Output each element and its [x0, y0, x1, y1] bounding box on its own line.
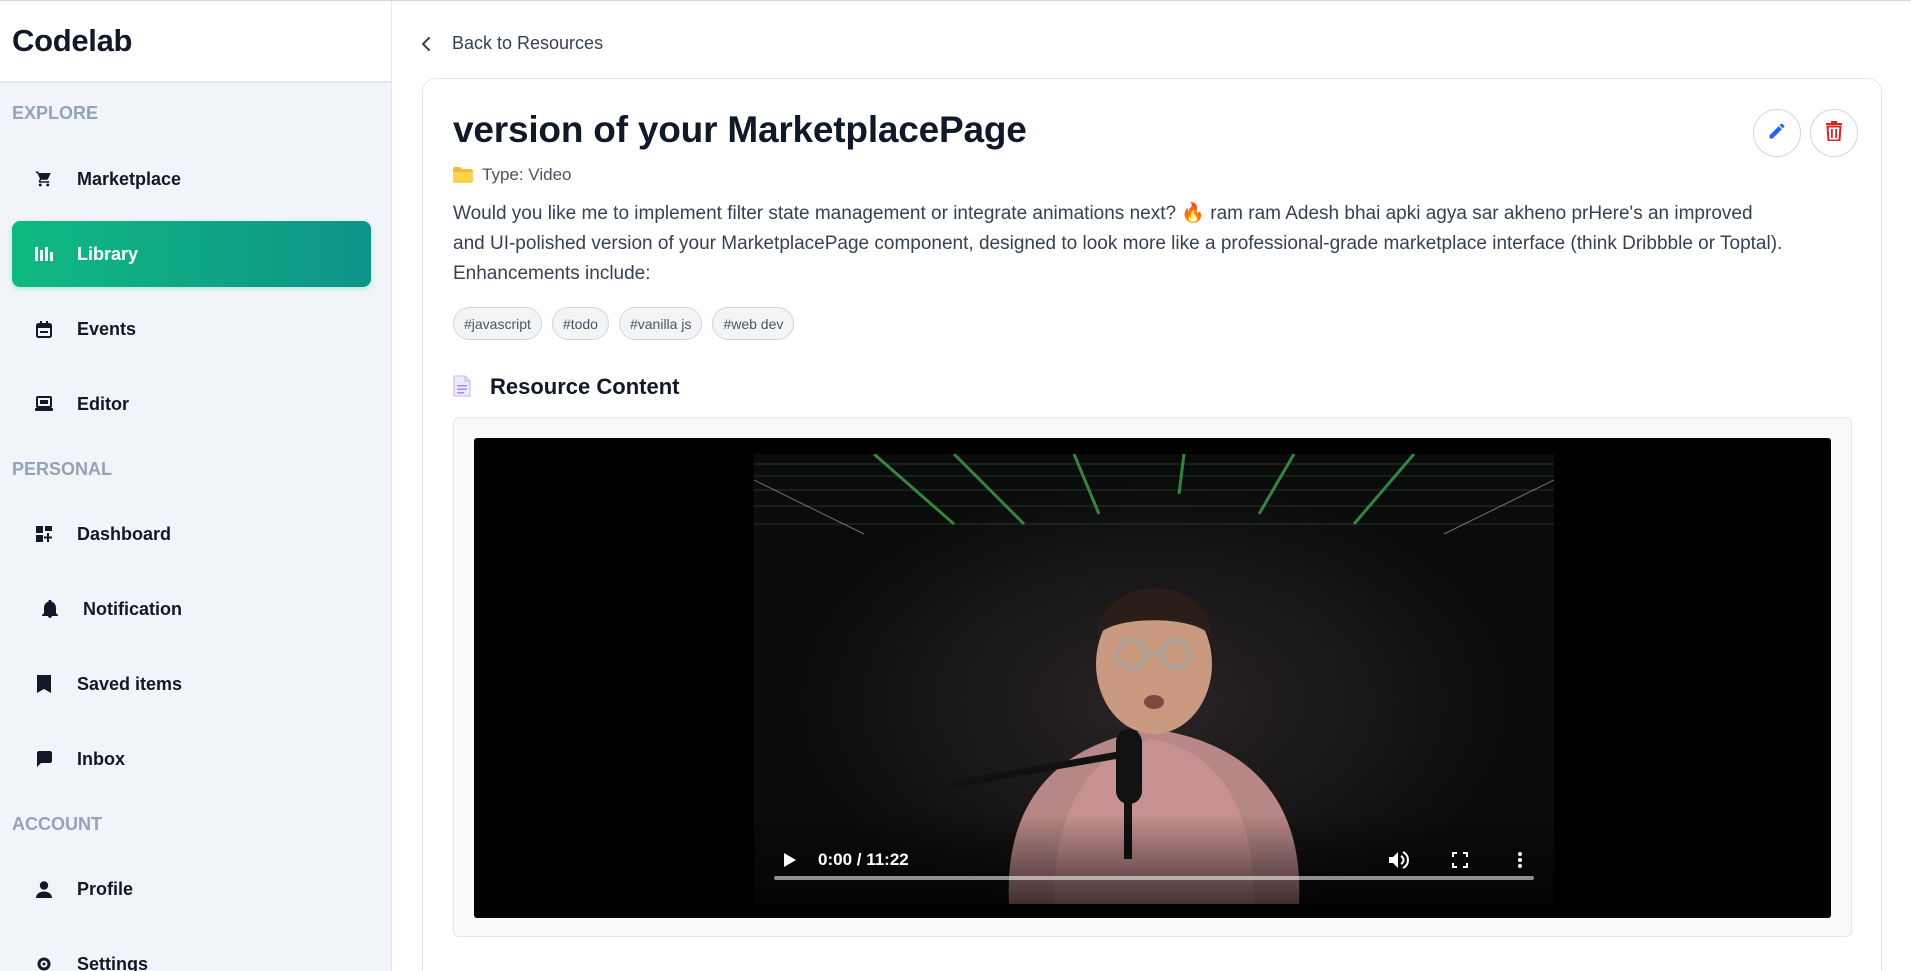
tag-list: #javascript #todo #vanilla js #web dev — [453, 307, 795, 340]
sidebar-item-label: Inbox — [77, 748, 125, 769]
resource-type: Type: Video — [453, 165, 571, 185]
main-content: Back to Resources version of your Market… — [392, 1, 1911, 971]
edit-button[interactable] — [1753, 109, 1801, 157]
tag-chip[interactable]: #javascript — [453, 307, 542, 340]
chat-icon — [32, 747, 56, 771]
section-label-account: ACCOUNT — [12, 814, 102, 834]
resource-type-label: Type: Video — [482, 165, 572, 184]
back-link-label: Back to Resources — [452, 33, 604, 53]
user-icon — [32, 877, 56, 901]
sidebar-item-profile[interactable]: Profile — [12, 856, 371, 922]
volume-icon — [1389, 851, 1410, 869]
section-label-personal: PERSONAL — [12, 459, 113, 479]
video-progress-bar[interactable] — [774, 876, 1534, 880]
resource-card: version of your MarketplacePage Type: Vi… — [422, 78, 1882, 971]
video-thumbnail — [754, 454, 1554, 904]
sidebar-item-inbox[interactable]: Inbox — [12, 726, 371, 792]
document-icon — [453, 375, 475, 399]
dashboard-icon — [32, 522, 56, 546]
sidebar-item-settings[interactable]: Settings — [12, 931, 371, 971]
bell-icon — [38, 597, 62, 621]
sidebar-item-label: Dashboard — [77, 523, 172, 544]
more-options-button[interactable] — [1506, 851, 1534, 869]
play-icon — [784, 853, 796, 867]
sidebar-item-notification[interactable]: Notification — [12, 576, 371, 642]
video-controls: 0:00 / 11:22 — [774, 840, 1534, 880]
back-to-resources-link[interactable]: Back to Resources — [420, 33, 603, 54]
sidebar-item-marketplace[interactable]: Marketplace — [12, 146, 371, 212]
sidebar-item-saved-items[interactable]: Saved items — [12, 651, 371, 717]
sidebar-item-label: Notification — [83, 598, 182, 619]
bookmark-icon — [32, 672, 56, 696]
tag-chip[interactable]: #web dev — [712, 307, 795, 340]
sidebar: Codelab EXPLORE Marketplace Library Even… — [0, 1, 392, 971]
brand-logo[interactable]: Codelab — [12, 23, 379, 59]
resource-description: Would you like me to implement filter st… — [453, 203, 1783, 284]
resource-title: version of your MarketplacePage — [453, 109, 1027, 150]
sidebar-item-label: Library — [77, 243, 139, 264]
tag-chip[interactable]: #todo — [551, 307, 609, 340]
sidebar-item-dashboard[interactable]: Dashboard — [12, 501, 371, 567]
sidebar-item-library[interactable]: Library — [12, 221, 371, 287]
sidebar-item-events[interactable]: Events — [12, 296, 371, 362]
sidebar-item-label: Editor — [77, 393, 129, 414]
video-time: 0:00 / 11:22 — [818, 850, 909, 869]
chevron-left-icon — [420, 34, 440, 54]
gear-icon — [32, 952, 56, 971]
brand-header: Codelab — [0, 1, 391, 83]
video-frame — [754, 454, 1554, 904]
section-title: Resource Content — [490, 374, 680, 399]
sidebar-item-editor[interactable]: Editor — [12, 371, 371, 437]
fullscreen-icon — [1452, 852, 1468, 868]
calendar-icon — [32, 317, 56, 341]
video-player[interactable]: 0:00 / 11:22 — [474, 438, 1831, 918]
sidebar-item-label: Events — [77, 318, 137, 339]
sidebar-item-label: Saved items — [77, 673, 183, 694]
tag-chip[interactable]: #vanilla js — [618, 307, 703, 340]
fullscreen-button[interactable] — [1446, 852, 1474, 868]
resource-content-box: 0:00 / 11:22 — [453, 417, 1852, 937]
volume-button[interactable] — [1386, 850, 1414, 870]
sidebar-item-label: Settings — [77, 953, 149, 971]
resource-content-heading: Resource Content — [453, 374, 679, 400]
section-label-explore: EXPLORE — [12, 103, 99, 123]
delete-button[interactable] — [1810, 109, 1858, 157]
trash-icon — [1825, 120, 1843, 146]
sidebar-item-label: Profile — [77, 878, 134, 899]
folder-icon — [453, 167, 473, 183]
laptop-icon — [32, 392, 56, 416]
sidebar-item-label: Marketplace — [77, 168, 182, 189]
cart-icon — [32, 167, 56, 191]
library-icon — [32, 242, 56, 266]
pencil-icon — [1767, 121, 1787, 146]
more-vertical-icon — [1518, 852, 1522, 868]
play-button[interactable] — [778, 852, 802, 868]
